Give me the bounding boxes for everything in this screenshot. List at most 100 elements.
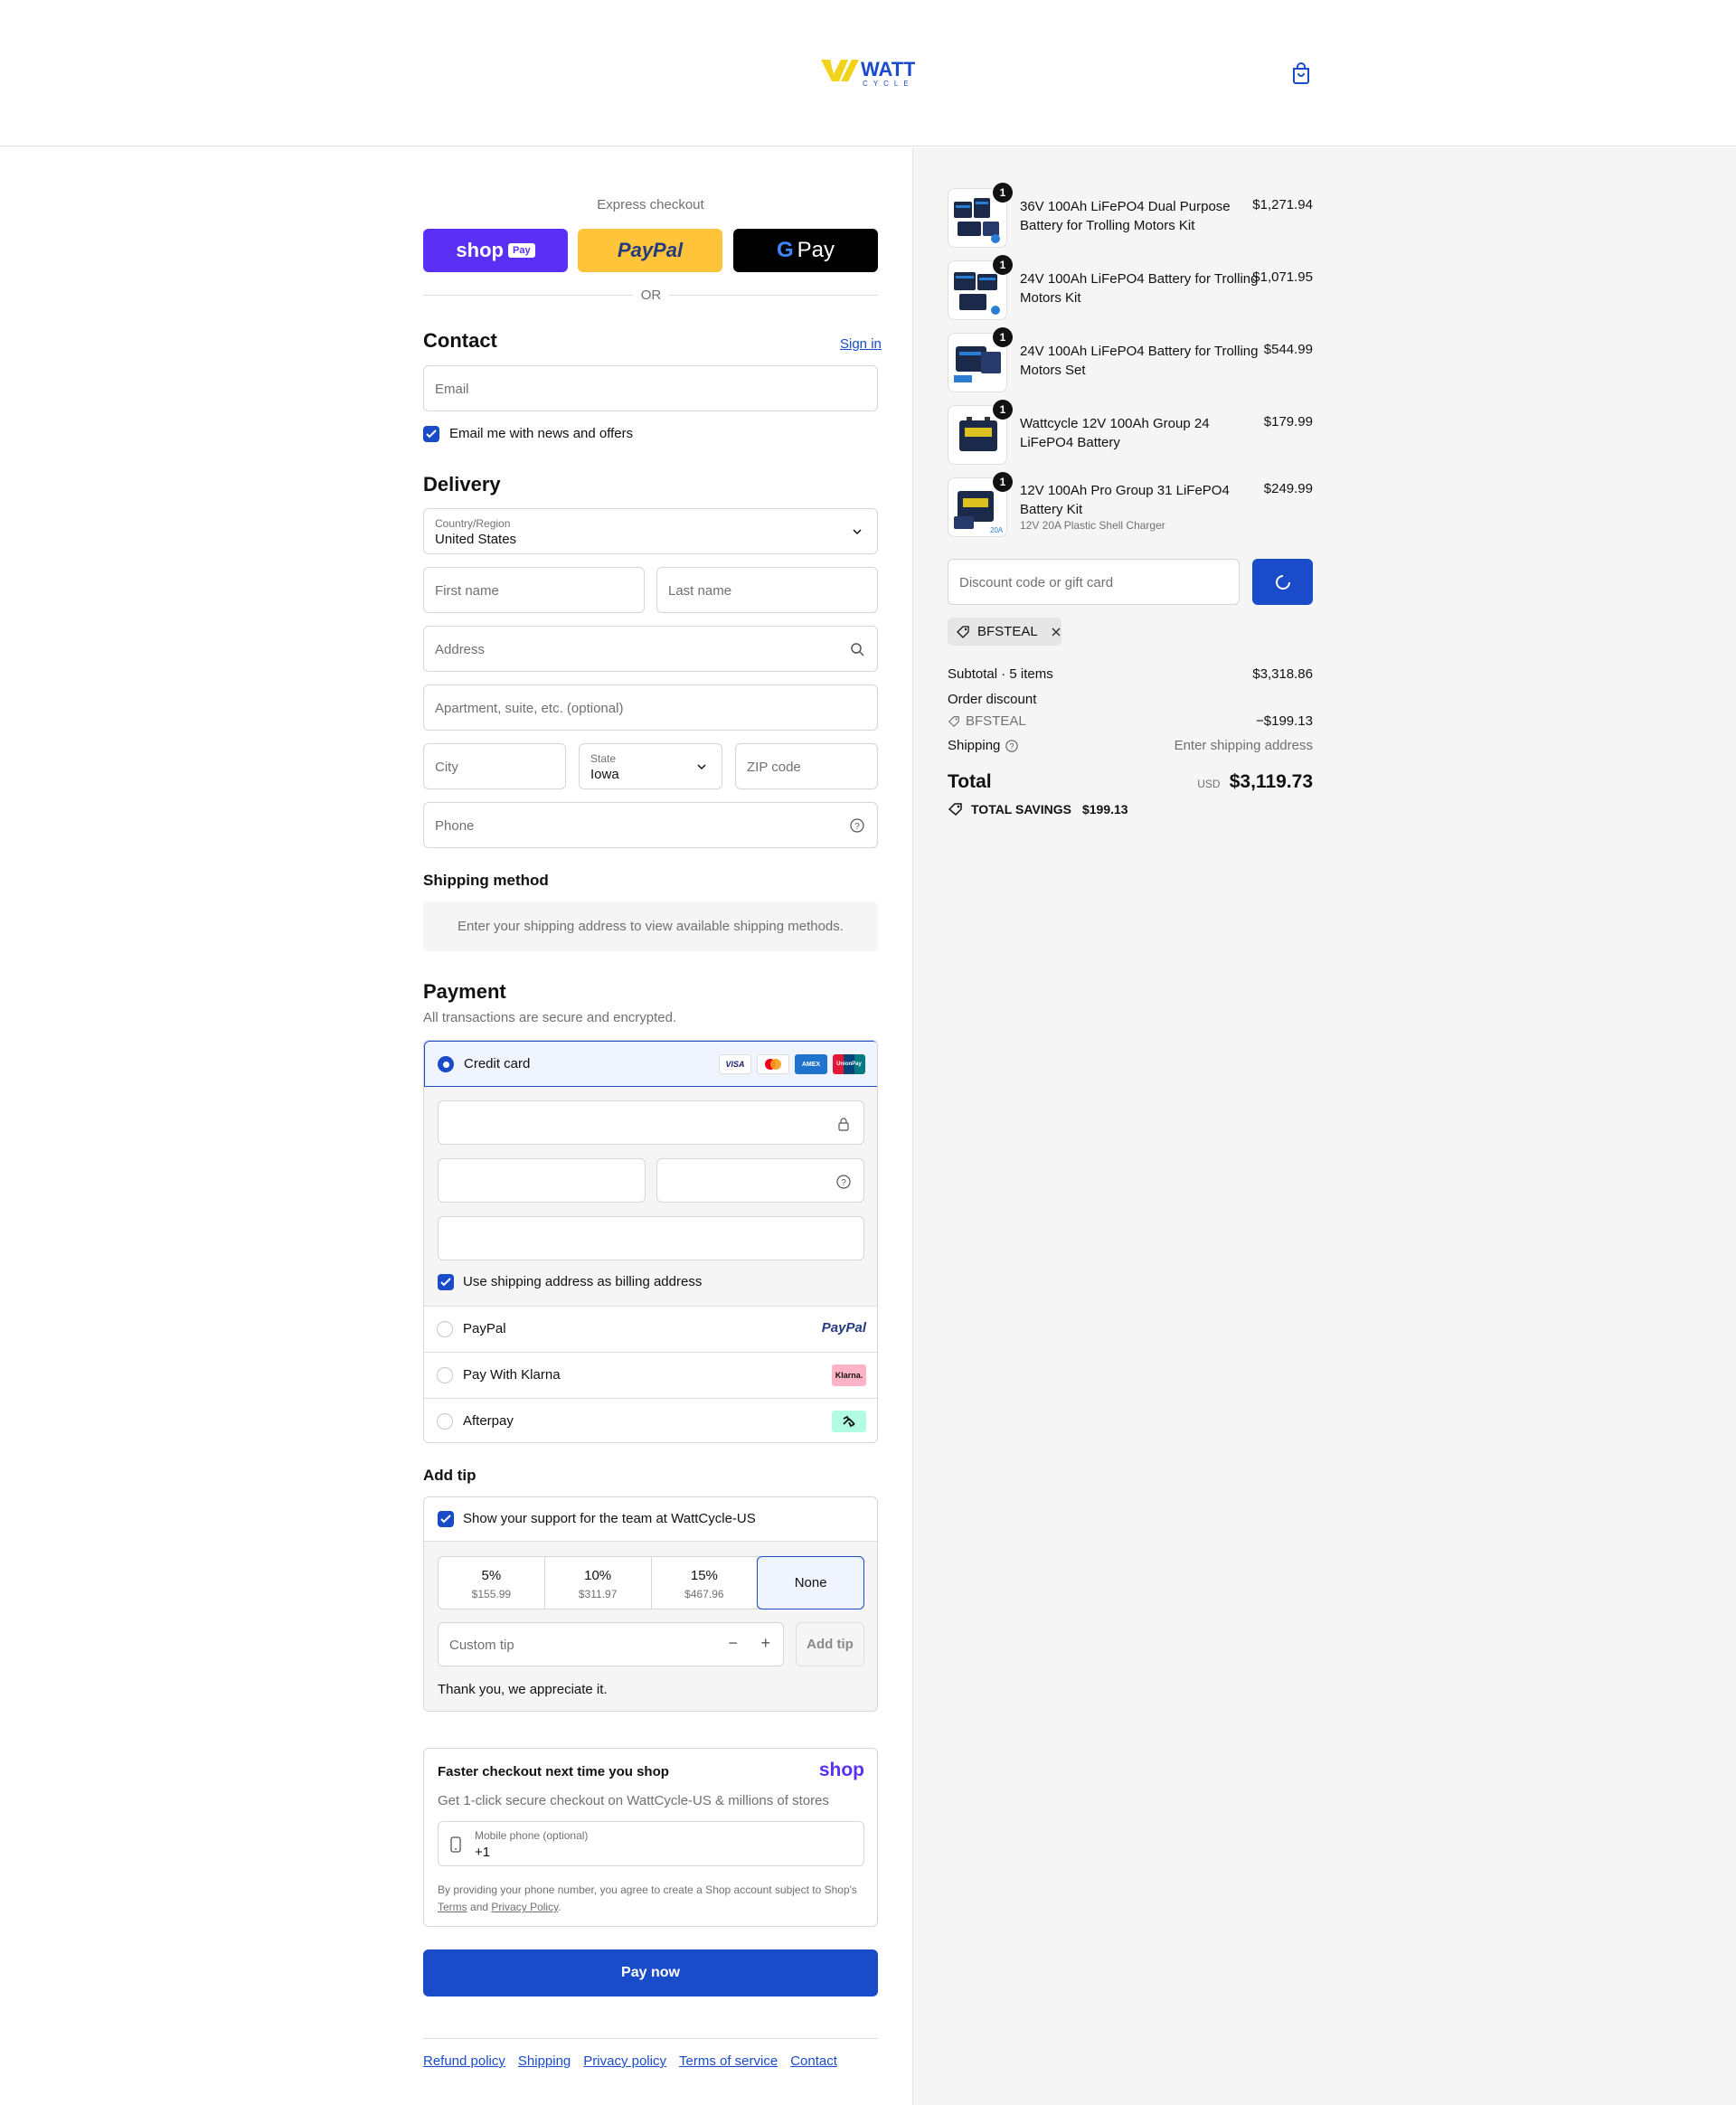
order-discount-row: Order discount: [948, 692, 1313, 707]
tip-percent: 10%: [584, 1568, 612, 1583]
tag-icon: [948, 803, 962, 817]
afterpay-option[interactable]: Afterpay: [424, 1398, 877, 1442]
shop-subtitle: Get 1-click secure checkout on WattCycle…: [438, 1793, 829, 1808]
city-field[interactable]: City: [423, 743, 566, 789]
svg-text:?: ?: [854, 822, 860, 832]
country-label: Country/Region: [435, 517, 511, 530]
shop-phone-field[interactable]: Mobile phone (optional) +1: [438, 1821, 864, 1866]
add-tip-button[interactable]: Add tip: [796, 1622, 864, 1666]
footer-privacy-policy[interactable]: Privacy policy: [583, 2053, 666, 2069]
tip-amount: $311.97: [578, 1588, 618, 1600]
credit-card-radio[interactable]: [438, 1056, 454, 1072]
cart-icon[interactable]: [1290, 61, 1312, 85]
credit-card-option[interactable]: Credit card VISA AMEX UnionPay: [424, 1041, 877, 1087]
paypal-express-text: PayPal: [617, 239, 684, 261]
tip-option-5[interactable]: 5% $155.99: [439, 1557, 545, 1609]
help-icon[interactable]: ?: [850, 818, 864, 833]
discount-code-field[interactable]: Discount code or gift card: [948, 559, 1240, 605]
search-icon: [851, 643, 864, 656]
card-expiry-field[interactable]: [438, 1158, 646, 1203]
remove-discount-icon[interactable]: [1051, 627, 1061, 637]
tip-amount: $155.99: [471, 1588, 512, 1600]
shop-and: and: [470, 1901, 489, 1913]
google-pay-button[interactable]: G Pay: [733, 229, 878, 272]
payment-subtitle: All transactions are secure and encrypte…: [423, 1010, 677, 1025]
quantity-badge: 1: [993, 183, 1013, 203]
subtotal-row: Subtotal · 5 items $3,318.86: [948, 666, 1313, 682]
plus-icon[interactable]: +: [760, 1634, 770, 1653]
tip-option-none[interactable]: None: [757, 1556, 864, 1609]
minus-icon[interactable]: −: [728, 1634, 738, 1653]
paypal-option[interactable]: PayPal PayPal: [424, 1306, 877, 1352]
order-item: 1 Wattcycle 12V 100Ah Group 24 LiFePO4 B…: [948, 400, 1313, 465]
city-placeholder: City: [435, 760, 458, 775]
first-name-field[interactable]: First name: [423, 567, 645, 613]
shop-privacy-link[interactable]: Privacy Policy: [491, 1901, 558, 1913]
item-name: 12V 100Ah Pro Group 31 LiFePO4 Battery K…: [1020, 483, 1230, 517]
shop-period: .: [558, 1901, 561, 1913]
shop-logo: shop: [818, 1760, 864, 1780]
billing-same-checkbox[interactable]: [438, 1274, 454, 1290]
or-text: OR: [633, 288, 669, 303]
paypal-express-button[interactable]: PayPal: [578, 229, 722, 272]
footer-refund-policy[interactable]: Refund policy: [423, 2053, 505, 2069]
mobile-phone-icon: [450, 1836, 461, 1853]
email-field[interactable]: Email: [423, 365, 878, 411]
tip-support-checkbox[interactable]: [438, 1511, 454, 1527]
footer-contact[interactable]: Contact: [790, 2053, 837, 2069]
apartment-field[interactable]: Apartment, suite, etc. (optional): [423, 684, 878, 731]
chevron-down-icon: [853, 529, 862, 535]
order-item: 20A 1 12V 100Ah Pro Group 31 LiFePO4 Bat…: [948, 472, 1313, 543]
shop-pay-text: shop: [456, 239, 504, 261]
card-name-field[interactable]: [438, 1216, 864, 1260]
wattcycle-logo[interactable]: WATT CYCLE: [821, 58, 916, 88]
shop-pay-button[interactable]: shop Pay: [423, 229, 568, 272]
paypal-radio[interactable]: [437, 1321, 453, 1337]
footer-terms-of-service[interactable]: Terms of service: [679, 2053, 778, 2069]
order-discount-label: Order discount: [948, 692, 1037, 707]
payment-title: Payment: [423, 980, 506, 1003]
country-select[interactable]: Country/Region United States: [423, 508, 878, 554]
custom-tip-field[interactable]: Custom tip − +: [438, 1622, 784, 1666]
quantity-badge: 1: [993, 255, 1013, 275]
zip-field[interactable]: ZIP code: [735, 743, 878, 789]
address-placeholder: Address: [435, 642, 486, 657]
afterpay-label: Afterpay: [463, 1413, 514, 1429]
state-label: State: [590, 752, 617, 765]
shipping-label: Shipping: [948, 738, 1001, 753]
card-number-field[interactable]: [438, 1100, 864, 1145]
shipping-value: Enter shipping address: [1174, 738, 1313, 753]
tag-icon: [957, 625, 969, 638]
tip-thanks-text: Thank you, we appreciate it.: [438, 1682, 608, 1697]
logo-text-top: WATT: [861, 58, 915, 80]
apply-discount-button[interactable]: [1252, 559, 1313, 605]
tip-percent: 15%: [690, 1568, 718, 1583]
last-name-field[interactable]: Last name: [656, 567, 878, 613]
help-icon[interactable]: ?: [836, 1175, 851, 1189]
shop-terms-link[interactable]: Terms: [438, 1901, 467, 1913]
custom-tip-placeholder: Custom tip: [449, 1638, 514, 1653]
tip-option-10[interactable]: 10% $311.97: [545, 1557, 652, 1609]
first-name-placeholder: First name: [435, 583, 499, 599]
help-icon[interactable]: ?: [1005, 739, 1019, 752]
checkmark-icon: [440, 1278, 451, 1287]
footer-shipping[interactable]: Shipping: [518, 2053, 571, 2069]
klarna-logo: Klarna.: [832, 1364, 866, 1386]
tip-option-15[interactable]: 15% $467.96: [652, 1557, 759, 1609]
address-field[interactable]: Address: [423, 626, 878, 672]
klarna-option[interactable]: Pay With Klarna Klarna.: [424, 1352, 877, 1398]
applied-discount-chip: BFSTEAL: [948, 618, 1061, 646]
phone-field[interactable]: Phone ?: [423, 802, 878, 848]
currency-code: USD: [1197, 778, 1221, 790]
pay-now-button[interactable]: Pay now: [423, 1949, 878, 1996]
card-cvv-field[interactable]: ?: [656, 1158, 864, 1203]
paypal-logo: PayPal: [821, 1320, 866, 1336]
afterpay-radio[interactable]: [437, 1413, 453, 1430]
item-price: $249.99: [1263, 481, 1313, 496]
shipping-method-notice: Enter your shipping address to view avai…: [423, 901, 878, 951]
newsletter-checkbox[interactable]: [423, 426, 439, 442]
shipping-row: Shipping ? Enter shipping address: [948, 738, 1313, 753]
klarna-radio[interactable]: [437, 1367, 453, 1383]
state-select[interactable]: State Iowa: [579, 743, 722, 789]
sign-in-link[interactable]: Sign in: [840, 336, 882, 352]
